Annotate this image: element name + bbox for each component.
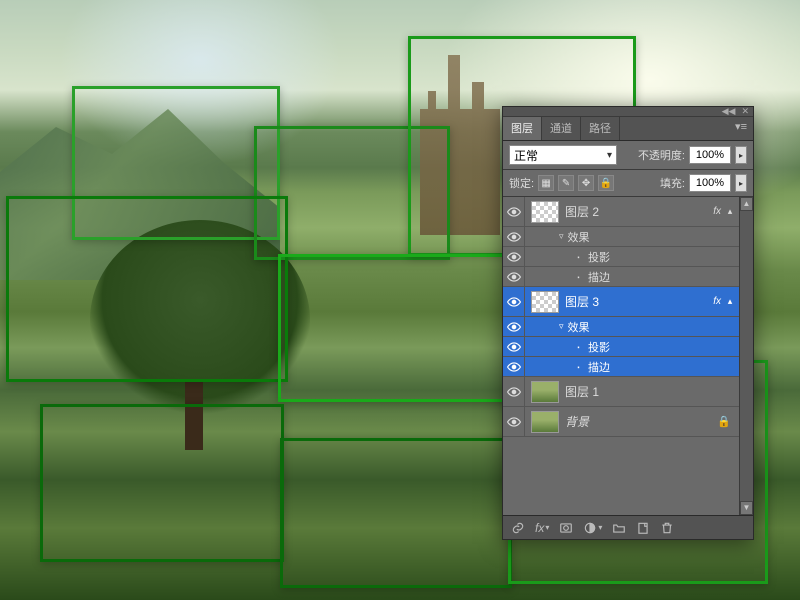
- blend-mode-select[interactable]: 正常: [509, 145, 617, 165]
- layer-mask-icon[interactable]: [559, 521, 573, 535]
- scroll-up-icon[interactable]: ▲: [740, 197, 753, 211]
- blend-row: 正常 不透明度: 100% ▸: [503, 141, 753, 170]
- fill-input[interactable]: 100%: [689, 174, 731, 192]
- visibility-toggle[interactable]: [503, 337, 525, 356]
- layers-panel-footer: fx▾ ▾: [503, 515, 753, 539]
- visibility-toggle[interactable]: [503, 317, 525, 336]
- tab-layers[interactable]: 图层: [503, 117, 542, 140]
- lock-position-icon[interactable]: ✥: [578, 175, 594, 191]
- selection-rect[interactable]: [278, 254, 508, 402]
- lock-label: 锁定:: [509, 175, 534, 191]
- scroll-down-icon[interactable]: ▼: [740, 501, 753, 515]
- layer-thumbnail[interactable]: [531, 381, 559, 403]
- panel-tabs: 图层 通道 路径 ▾≡: [503, 117, 753, 141]
- fx-header-row[interactable]: ▿ 效果: [503, 227, 739, 247]
- bullet-icon: ۰: [575, 360, 582, 373]
- chevron-down-icon[interactable]: ▿: [559, 321, 564, 332]
- fx-item-row[interactable]: ۰ 投影: [503, 337, 739, 357]
- opacity-label: 不透明度:: [638, 147, 685, 163]
- opacity-flyout-icon[interactable]: ▸: [735, 146, 747, 164]
- visibility-toggle[interactable]: [503, 247, 525, 266]
- fx-item-row[interactable]: ۰ 描边: [503, 357, 739, 377]
- delete-layer-icon[interactable]: [660, 521, 674, 535]
- fx-badge: fx: [713, 206, 721, 217]
- fill-flyout-icon[interactable]: ▸: [735, 174, 747, 192]
- lock-icon: 🔒: [717, 415, 731, 428]
- lock-row: 锁定: ▦ ✎ ✥ 🔒 填充: 100% ▸: [503, 170, 753, 197]
- visibility-toggle[interactable]: [503, 357, 525, 376]
- layer-name-label[interactable]: 图层 3: [565, 293, 713, 310]
- selection-rect[interactable]: [6, 196, 288, 382]
- visibility-toggle[interactable]: [503, 377, 525, 406]
- selection-rect[interactable]: [280, 438, 512, 588]
- bullet-icon: ۰: [575, 340, 582, 353]
- layer-thumbnail[interactable]: [531, 291, 559, 313]
- effects-label: 效果: [568, 319, 590, 335]
- effect-name: 描边: [588, 359, 610, 375]
- fill-label: 填充:: [660, 175, 685, 191]
- layer-style-icon[interactable]: fx▾: [535, 521, 549, 535]
- chevron-down-icon[interactable]: ▿: [559, 231, 564, 242]
- visibility-toggle[interactable]: [503, 227, 525, 246]
- layers-panel: ◀◀ ✕ 图层 通道 路径 ▾≡ 正常 不透明度: 100% ▸ 锁定: ▦ ✎…: [502, 106, 754, 540]
- opacity-input[interactable]: 100%: [689, 146, 731, 164]
- panel-titlebar[interactable]: ◀◀ ✕: [503, 107, 753, 117]
- lock-pixels-icon[interactable]: ✎: [558, 175, 574, 191]
- lock-all-icon[interactable]: 🔒: [598, 175, 614, 191]
- visibility-toggle[interactable]: [503, 267, 525, 286]
- effect-name: 描边: [588, 269, 610, 285]
- visibility-toggle[interactable]: [503, 287, 525, 316]
- layer-thumbnail[interactable]: [531, 411, 559, 433]
- visibility-toggle[interactable]: [503, 407, 525, 436]
- fx-expand-icon[interactable]: ▴: [725, 206, 735, 217]
- layer-scrollbar[interactable]: ▲ ▼: [739, 197, 753, 515]
- fx-badge: fx: [713, 296, 721, 307]
- effect-name: 投影: [588, 339, 610, 355]
- fx-expand-icon[interactable]: ▴: [725, 296, 735, 307]
- fx-header-row[interactable]: ▿ 效果: [503, 317, 739, 337]
- panel-menu-icon[interactable]: ▾≡: [729, 117, 753, 140]
- selection-rect[interactable]: [40, 404, 284, 562]
- new-layer-icon[interactable]: [636, 521, 650, 535]
- bullet-icon: ۰: [575, 250, 582, 263]
- link-layers-icon[interactable]: [511, 521, 525, 535]
- layer-row[interactable]: 图层 2fx ▴: [503, 197, 739, 227]
- tab-paths[interactable]: 路径: [581, 117, 620, 140]
- tab-channels[interactable]: 通道: [542, 117, 581, 140]
- adjustment-layer-icon[interactable]: ▾: [583, 521, 602, 535]
- lock-icons: ▦ ✎ ✥ 🔒: [538, 175, 614, 191]
- fx-item-row[interactable]: ۰ 投影: [503, 247, 739, 267]
- visibility-toggle[interactable]: [503, 197, 525, 226]
- collapse-icon[interactable]: ◀◀: [722, 106, 736, 117]
- layer-row[interactable]: 图层 1: [503, 377, 739, 407]
- layer-list: 图层 2fx▴▿效果۰投影۰描边图层 3fx▴▿效果۰投影۰描边图层 1背景🔒 …: [503, 197, 753, 515]
- new-group-icon[interactable]: [612, 521, 626, 535]
- effects-label: 效果: [568, 229, 590, 245]
- blend-mode-value: 正常: [514, 147, 538, 164]
- lock-transparency-icon[interactable]: ▦: [538, 175, 554, 191]
- layer-thumbnail[interactable]: [531, 201, 559, 223]
- layer-name-label[interactable]: 图层 2: [565, 203, 713, 220]
- layer-row[interactable]: 背景🔒: [503, 407, 739, 437]
- layer-name-label[interactable]: 背景: [565, 413, 717, 430]
- fx-item-row[interactable]: ۰ 描边: [503, 267, 739, 287]
- effect-name: 投影: [588, 249, 610, 265]
- bullet-icon: ۰: [575, 270, 582, 283]
- layer-row[interactable]: 图层 3fx ▴: [503, 287, 739, 317]
- close-icon[interactable]: ✕: [741, 106, 749, 117]
- layer-name-label[interactable]: 图层 1: [565, 383, 735, 400]
